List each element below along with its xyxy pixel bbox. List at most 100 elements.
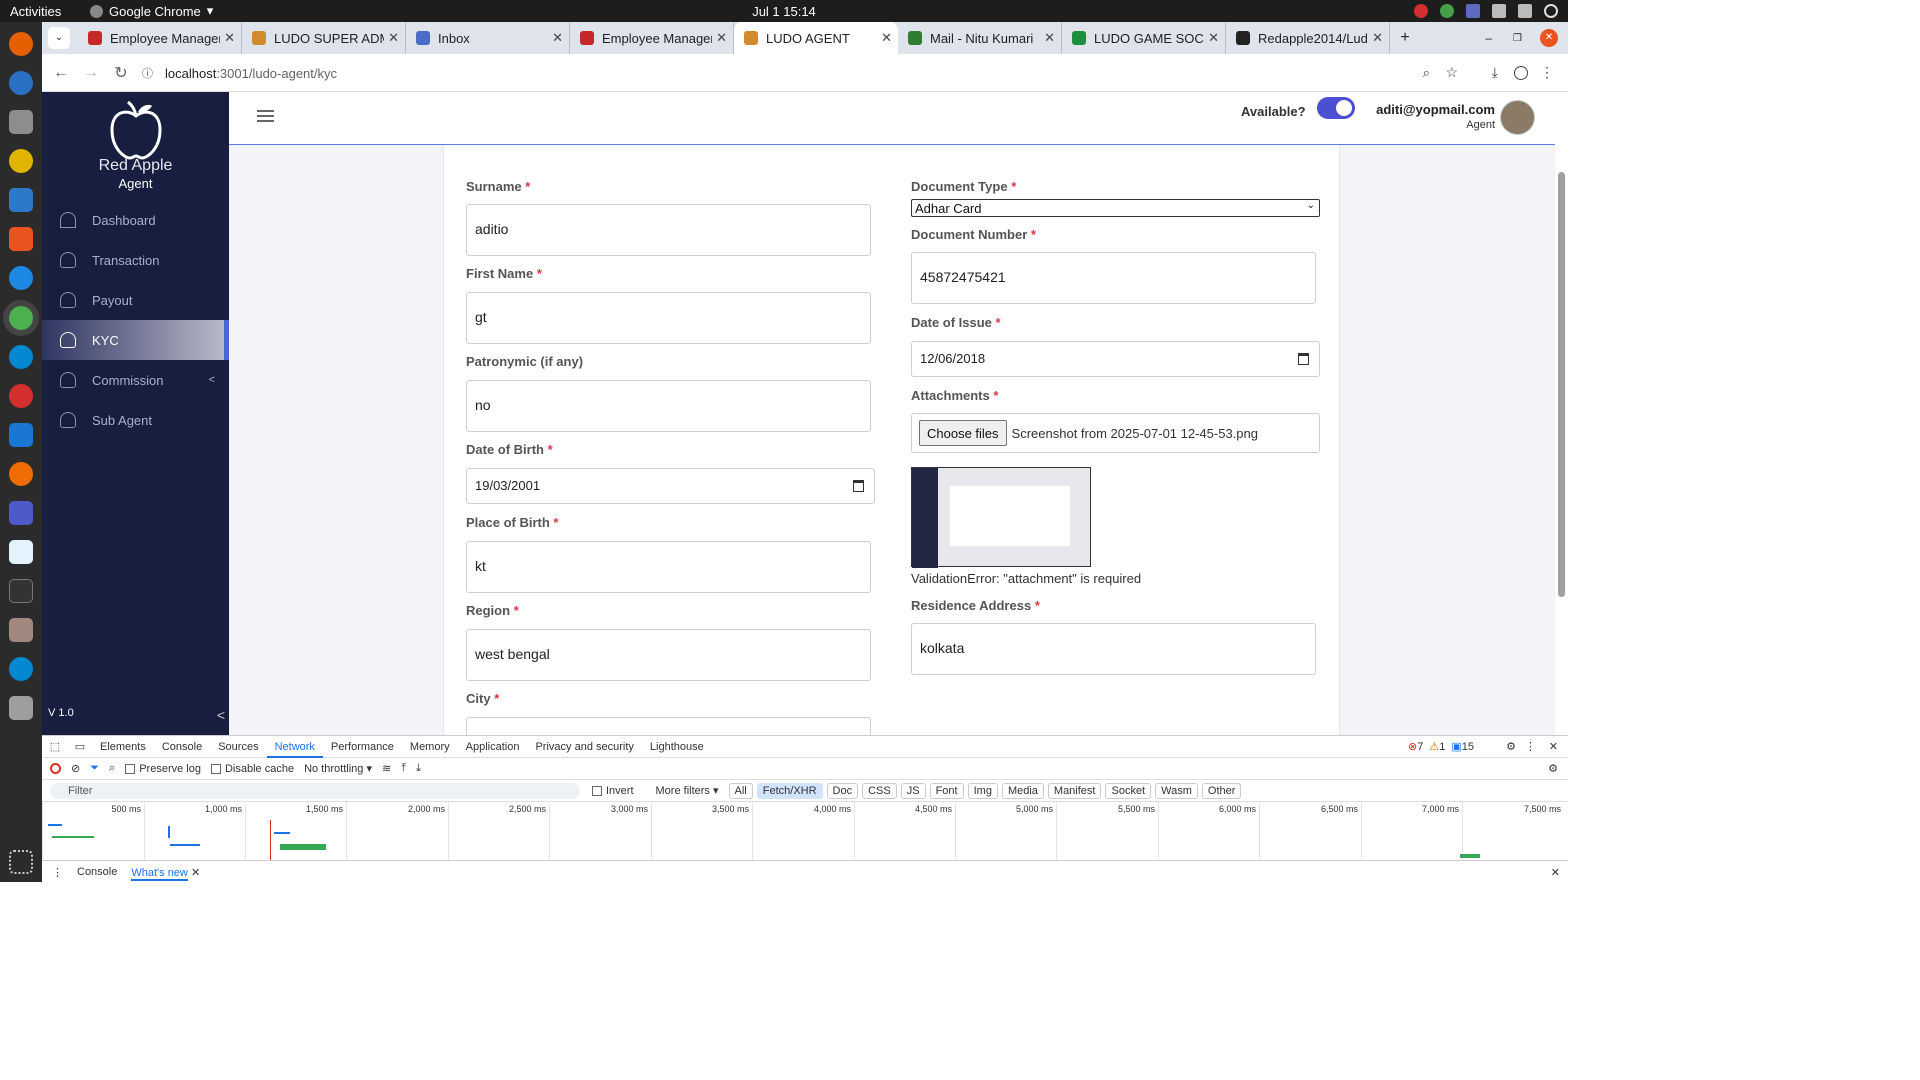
invert-checkbox[interactable]: Invert bbox=[592, 785, 634, 797]
maximize-button[interactable]: ❐ bbox=[1513, 33, 1522, 44]
bookmark-star-icon[interactable]: ☆ bbox=[1445, 64, 1458, 81]
tray-app-icon[interactable] bbox=[1414, 4, 1428, 18]
activities-button[interactable]: Activities bbox=[10, 4, 61, 19]
close-icon[interactable]: ✕ bbox=[1372, 30, 1383, 46]
devtools-tab-memory[interactable]: Memory bbox=[402, 736, 458, 758]
filter-chip-manifest[interactable]: Manifest bbox=[1047, 782, 1102, 799]
filter-chip-socket[interactable]: Socket bbox=[1105, 782, 1152, 799]
show-apps-icon[interactable] bbox=[9, 850, 33, 874]
profile-icon[interactable] bbox=[1514, 65, 1528, 80]
app-icon[interactable] bbox=[9, 384, 33, 408]
filter-chip-media[interactable]: Media bbox=[1001, 782, 1044, 799]
vscode-icon[interactable] bbox=[9, 423, 33, 447]
app-menu[interactable]: Google Chrome ▾ bbox=[90, 3, 213, 19]
more-filters-dropdown[interactable]: More filters ▾ bbox=[656, 784, 719, 797]
throttling-select[interactable]: No throttling ▾ bbox=[304, 762, 372, 775]
devtools-tab-network[interactable]: Network bbox=[266, 736, 323, 758]
firefox-icon[interactable] bbox=[9, 32, 33, 56]
postman-icon[interactable] bbox=[9, 462, 33, 486]
disable-cache-checkbox[interactable]: Disable cache bbox=[210, 763, 294, 775]
site-info-icon[interactable]: ⓘ bbox=[142, 65, 153, 81]
devtools-issue-counts[interactable]: ⊗7 ⚠1 ▣15 bbox=[1408, 740, 1474, 753]
files-icon[interactable] bbox=[9, 110, 33, 134]
calendar-icon[interactable] bbox=[1298, 353, 1309, 365]
drawer-close-icon[interactable]: ✕ bbox=[1551, 866, 1560, 879]
tray-app-icon[interactable] bbox=[1440, 4, 1454, 18]
preserve-log-checkbox[interactable]: Preserve log bbox=[125, 763, 201, 775]
drawer-tab-console[interactable]: Console bbox=[77, 866, 117, 878]
devtools-settings-icon[interactable]: ⚙ bbox=[1506, 740, 1516, 753]
clear-icon[interactable]: ⊘ bbox=[71, 762, 80, 775]
drawer-menu-icon[interactable]: ⋮ bbox=[52, 866, 63, 879]
devtools-menu-icon[interactable]: ⋮ bbox=[1525, 740, 1536, 753]
devtools-tab-sources[interactable]: Sources bbox=[210, 736, 266, 758]
browser-tab[interactable]: Redapple2014/Lud ✕ bbox=[1226, 22, 1390, 54]
tab-search-button[interactable]: ⌄ bbox=[48, 27, 70, 49]
close-icon[interactable]: ✕ bbox=[388, 30, 399, 46]
download-icon[interactable]: ⤓ bbox=[1492, 64, 1498, 81]
close-icon[interactable]: ✕ bbox=[1044, 30, 1055, 46]
scrollbar-thumb[interactable] bbox=[1558, 172, 1565, 597]
choose-files-button[interactable]: Choose files bbox=[919, 420, 1007, 446]
skype-icon[interactable] bbox=[9, 657, 33, 681]
window-close-button[interactable]: ✕ bbox=[1540, 29, 1558, 47]
calendar-icon[interactable] bbox=[853, 480, 864, 492]
sidebar-item-transaction[interactable]: Transaction bbox=[42, 240, 229, 280]
help-icon[interactable] bbox=[9, 266, 33, 290]
network-settings-icon[interactable]: ⚙ bbox=[1548, 762, 1558, 775]
sidebar-item-commission[interactable]: Commission < bbox=[42, 360, 229, 400]
hamburger-menu-icon[interactable] bbox=[257, 110, 274, 122]
close-icon[interactable]: ✕ bbox=[716, 30, 727, 46]
import-har-icon[interactable]: ⤒ bbox=[401, 762, 406, 775]
writer-icon[interactable] bbox=[9, 188, 33, 212]
network-conditions-icon[interactable]: ≋ bbox=[382, 762, 391, 775]
chrome-icon[interactable] bbox=[9, 306, 33, 330]
filter-chip-doc[interactable]: Doc bbox=[826, 782, 859, 799]
filter-chip-img[interactable]: Img bbox=[967, 782, 998, 799]
sidebar-item-dashboard[interactable]: Dashboard bbox=[42, 200, 229, 240]
drawer-tab-whats-new[interactable]: What's new ✕ bbox=[131, 866, 200, 881]
devtools-tab-performance[interactable]: Performance bbox=[323, 736, 402, 758]
back-button[interactable]: ← bbox=[46, 64, 76, 82]
devtools-tab-application[interactable]: Application bbox=[458, 736, 528, 758]
url-text[interactable]: localhost:3001/ludo-agent/kyc bbox=[165, 66, 337, 81]
volume-icon[interactable] bbox=[1518, 4, 1532, 18]
page-scrollbar[interactable] bbox=[1555, 92, 1568, 735]
zoom-icon[interactable]: ⌕ bbox=[1423, 65, 1430, 81]
close-icon[interactable]: ✕ bbox=[191, 867, 200, 879]
filter-chip-all[interactable]: All bbox=[728, 782, 753, 799]
export-har-icon[interactable]: ⤓ bbox=[416, 762, 421, 775]
new-tab-button[interactable]: + bbox=[1394, 29, 1416, 47]
devtools-tab-lighthouse[interactable]: Lighthouse bbox=[642, 736, 712, 758]
user-info[interactable]: aditi@yopmail.com Agent bbox=[1376, 102, 1495, 131]
power-icon[interactable] bbox=[1544, 4, 1558, 18]
reload-button[interactable]: ↻ bbox=[106, 63, 136, 83]
close-icon[interactable]: ✕ bbox=[552, 30, 563, 46]
residence-address-input[interactable]: kolkata bbox=[911, 623, 1316, 675]
tray-app-icon[interactable] bbox=[1466, 4, 1480, 18]
search-icon[interactable]: ⌕ bbox=[109, 762, 115, 775]
rhythmbox-icon[interactable] bbox=[9, 149, 33, 173]
browser-tab[interactable]: LUDO SUPER ADMI ✕ bbox=[242, 22, 406, 54]
browser-tab[interactable]: Employee Manager ✕ bbox=[570, 22, 734, 54]
text-editor-icon[interactable] bbox=[9, 540, 33, 564]
dob-date-input[interactable]: 19/03/2001 bbox=[466, 468, 875, 504]
browser-tab[interactable]: Inbox ✕ bbox=[406, 22, 570, 54]
date-of-issue-input[interactable]: 12/06/2018 bbox=[911, 341, 1320, 377]
forward-button[interactable]: → bbox=[76, 64, 106, 82]
skype-icon[interactable] bbox=[9, 345, 33, 369]
close-icon[interactable]: ✕ bbox=[1208, 30, 1219, 46]
device-toolbar-icon[interactable]: ▭ bbox=[68, 740, 92, 753]
sidebar-item-kyc[interactable]: KYC bbox=[42, 320, 229, 360]
network-filter-input[interactable]: Filter bbox=[50, 782, 580, 799]
avatar[interactable] bbox=[1500, 100, 1535, 135]
devtools-tab-console[interactable]: Console bbox=[154, 736, 210, 758]
patronymic-input[interactable]: no bbox=[466, 380, 871, 432]
inspect-element-icon[interactable]: ⬚ bbox=[42, 740, 68, 753]
system-tray[interactable] bbox=[1414, 4, 1558, 18]
place-of-birth-input[interactable]: kt bbox=[466, 541, 871, 593]
close-icon[interactable]: ✕ bbox=[881, 30, 892, 46]
devtools-close-icon[interactable]: ✕ bbox=[1549, 740, 1558, 753]
filter-chip-other[interactable]: Other bbox=[1201, 782, 1242, 799]
network-icon[interactable] bbox=[1492, 4, 1506, 18]
